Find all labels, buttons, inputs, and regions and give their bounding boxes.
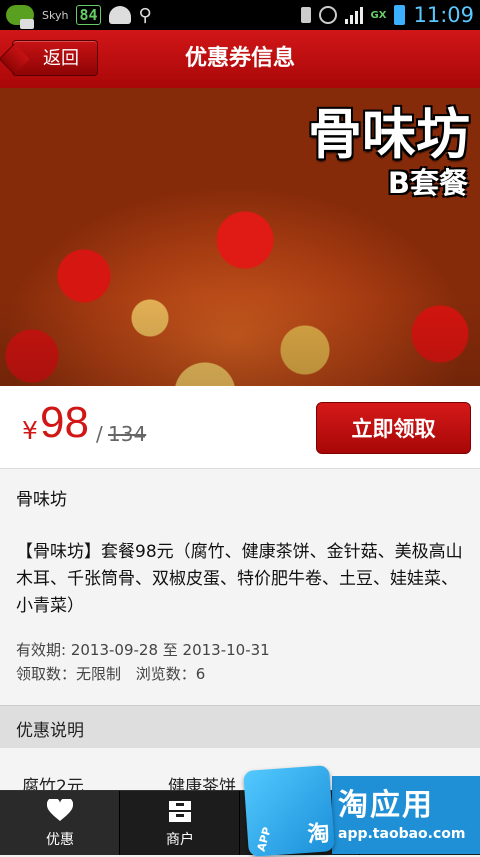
heart-icon	[47, 799, 73, 821]
price-separator: /	[96, 422, 103, 446]
android-icon	[108, 6, 131, 24]
tab-label: 优惠	[46, 832, 74, 848]
coupon-stats: 领取数：无限制 浏览数：6	[16, 663, 215, 684]
shop-name: 骨味坊	[16, 490, 67, 510]
shopping-bag-icon: APP 淘	[243, 765, 335, 857]
ad-url: app.taobao.com	[338, 826, 466, 842]
section-header: 优惠说明	[0, 705, 480, 749]
claim-coupon-button[interactable]: 立即领取	[316, 402, 471, 454]
validity-period: 有效期: 2013-09-28 至 2013-10-31	[16, 641, 270, 659]
network-type-label: GX	[370, 9, 387, 21]
tab-label: 商户	[166, 832, 194, 848]
title-bar: 优惠券信息 返回	[0, 30, 480, 88]
original-price: 134	[108, 422, 147, 446]
list-item: 健康茶饼	[168, 777, 236, 790]
bag-tao-label: 淘	[306, 821, 331, 848]
current-price: 98	[40, 398, 89, 447]
image-set-name: B套餐	[387, 166, 468, 200]
battery-icon	[394, 5, 406, 25]
usb-icon: ⚲	[138, 4, 152, 26]
ad-banner: 淘应用 app.taobao.com	[332, 776, 480, 854]
price-row: ¥ 98 / 134 立即领取	[0, 386, 480, 469]
claim-count: 领取数：无限制	[16, 665, 122, 683]
section-title: 优惠说明	[16, 721, 84, 741]
back-button[interactable]: 返回	[12, 40, 98, 76]
coupon-info: 骨味坊 【骨味坊】套餐98元（腐竹、健康茶饼、金针菇、美极高山木耳、千张筒骨、双…	[0, 469, 480, 705]
ad-title: 淘应用	[338, 788, 434, 823]
chat-notification-icon	[6, 5, 34, 29]
notification-badge: 84	[76, 5, 101, 25]
signal-icon	[344, 6, 363, 24]
coupon-description: 【骨味坊】套餐98元（腐竹、健康茶饼、金针菇、美极高山木耳、千张筒骨、双椒皮蛋、…	[16, 542, 463, 616]
clock: 11:09	[413, 3, 474, 27]
dish-image: 骨味坊 B套餐	[0, 88, 480, 386]
bag-app-label: APP	[254, 825, 274, 853]
status-bar-left: Skyh 84 ⚲	[6, 4, 152, 29]
tab-merchants[interactable]: 商户	[120, 791, 240, 855]
alarm-icon	[318, 6, 337, 24]
tab-coupons[interactable]: 优惠	[0, 791, 120, 855]
status-bar: Skyh 84 ⚲ GX 11:09	[0, 0, 480, 30]
status-bar-right: GX 11:09	[300, 2, 474, 28]
sim-icon	[300, 7, 311, 23]
currency-symbol: ¥	[22, 416, 38, 445]
list-item: 腐竹2元	[22, 777, 84, 790]
taobao-app-ad[interactable]: 淘应用 app.taobao.com APP 淘	[240, 756, 480, 857]
tray-text: Skyh	[42, 8, 69, 22]
view-count: 浏览数：6	[135, 665, 206, 683]
inbox-icon	[169, 801, 191, 822]
image-restaurant-name: 骨味坊	[308, 103, 470, 166]
